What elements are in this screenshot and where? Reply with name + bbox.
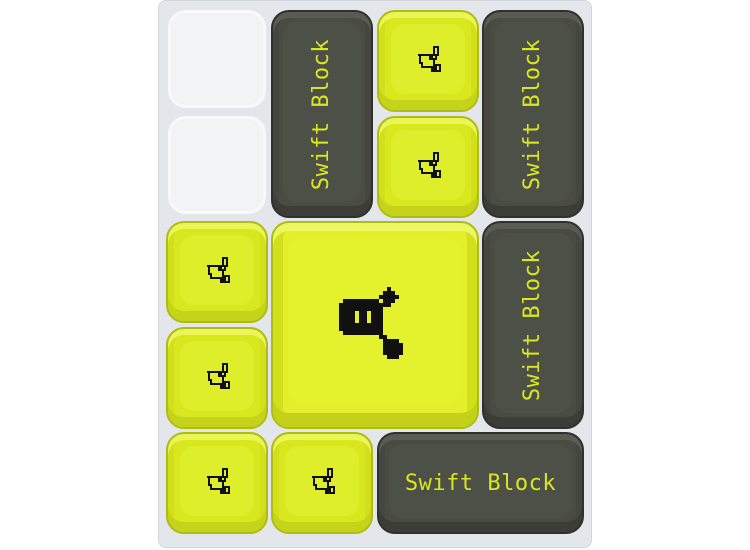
swift-block[interactable]: Swift Block [482,10,584,218]
swift-block[interactable]: Swift Block [377,432,584,534]
bird-icon [418,151,442,179]
small-yellow-block[interactable] [166,432,268,534]
puzzle-board: Swift Block Swift Block Swift Block Swif… [158,0,592,548]
small-yellow-block[interactable] [377,10,479,112]
small-yellow-block[interactable] [166,221,268,323]
swift-block-label: Swift Block [520,249,546,401]
small-yellow-block[interactable] [166,327,268,429]
small-yellow-block[interactable] [271,432,373,534]
bird-icon [312,467,336,495]
swift-block-label: Swift Block [404,470,557,496]
bird-icon [207,362,231,390]
empty-cell [168,10,266,108]
swift-block-label: Swift Block [309,38,335,190]
empty-cell [168,116,266,214]
bird-icon [207,256,231,284]
bird-icon [418,45,442,73]
swift-block[interactable]: Swift Block [271,10,373,218]
bird-face-icon [339,287,403,359]
small-yellow-block[interactable] [377,116,479,218]
bird-icon [207,467,231,495]
player-block[interactable] [271,221,479,429]
swift-block[interactable]: Swift Block [482,221,584,429]
swift-block-label: Swift Block [520,38,546,190]
